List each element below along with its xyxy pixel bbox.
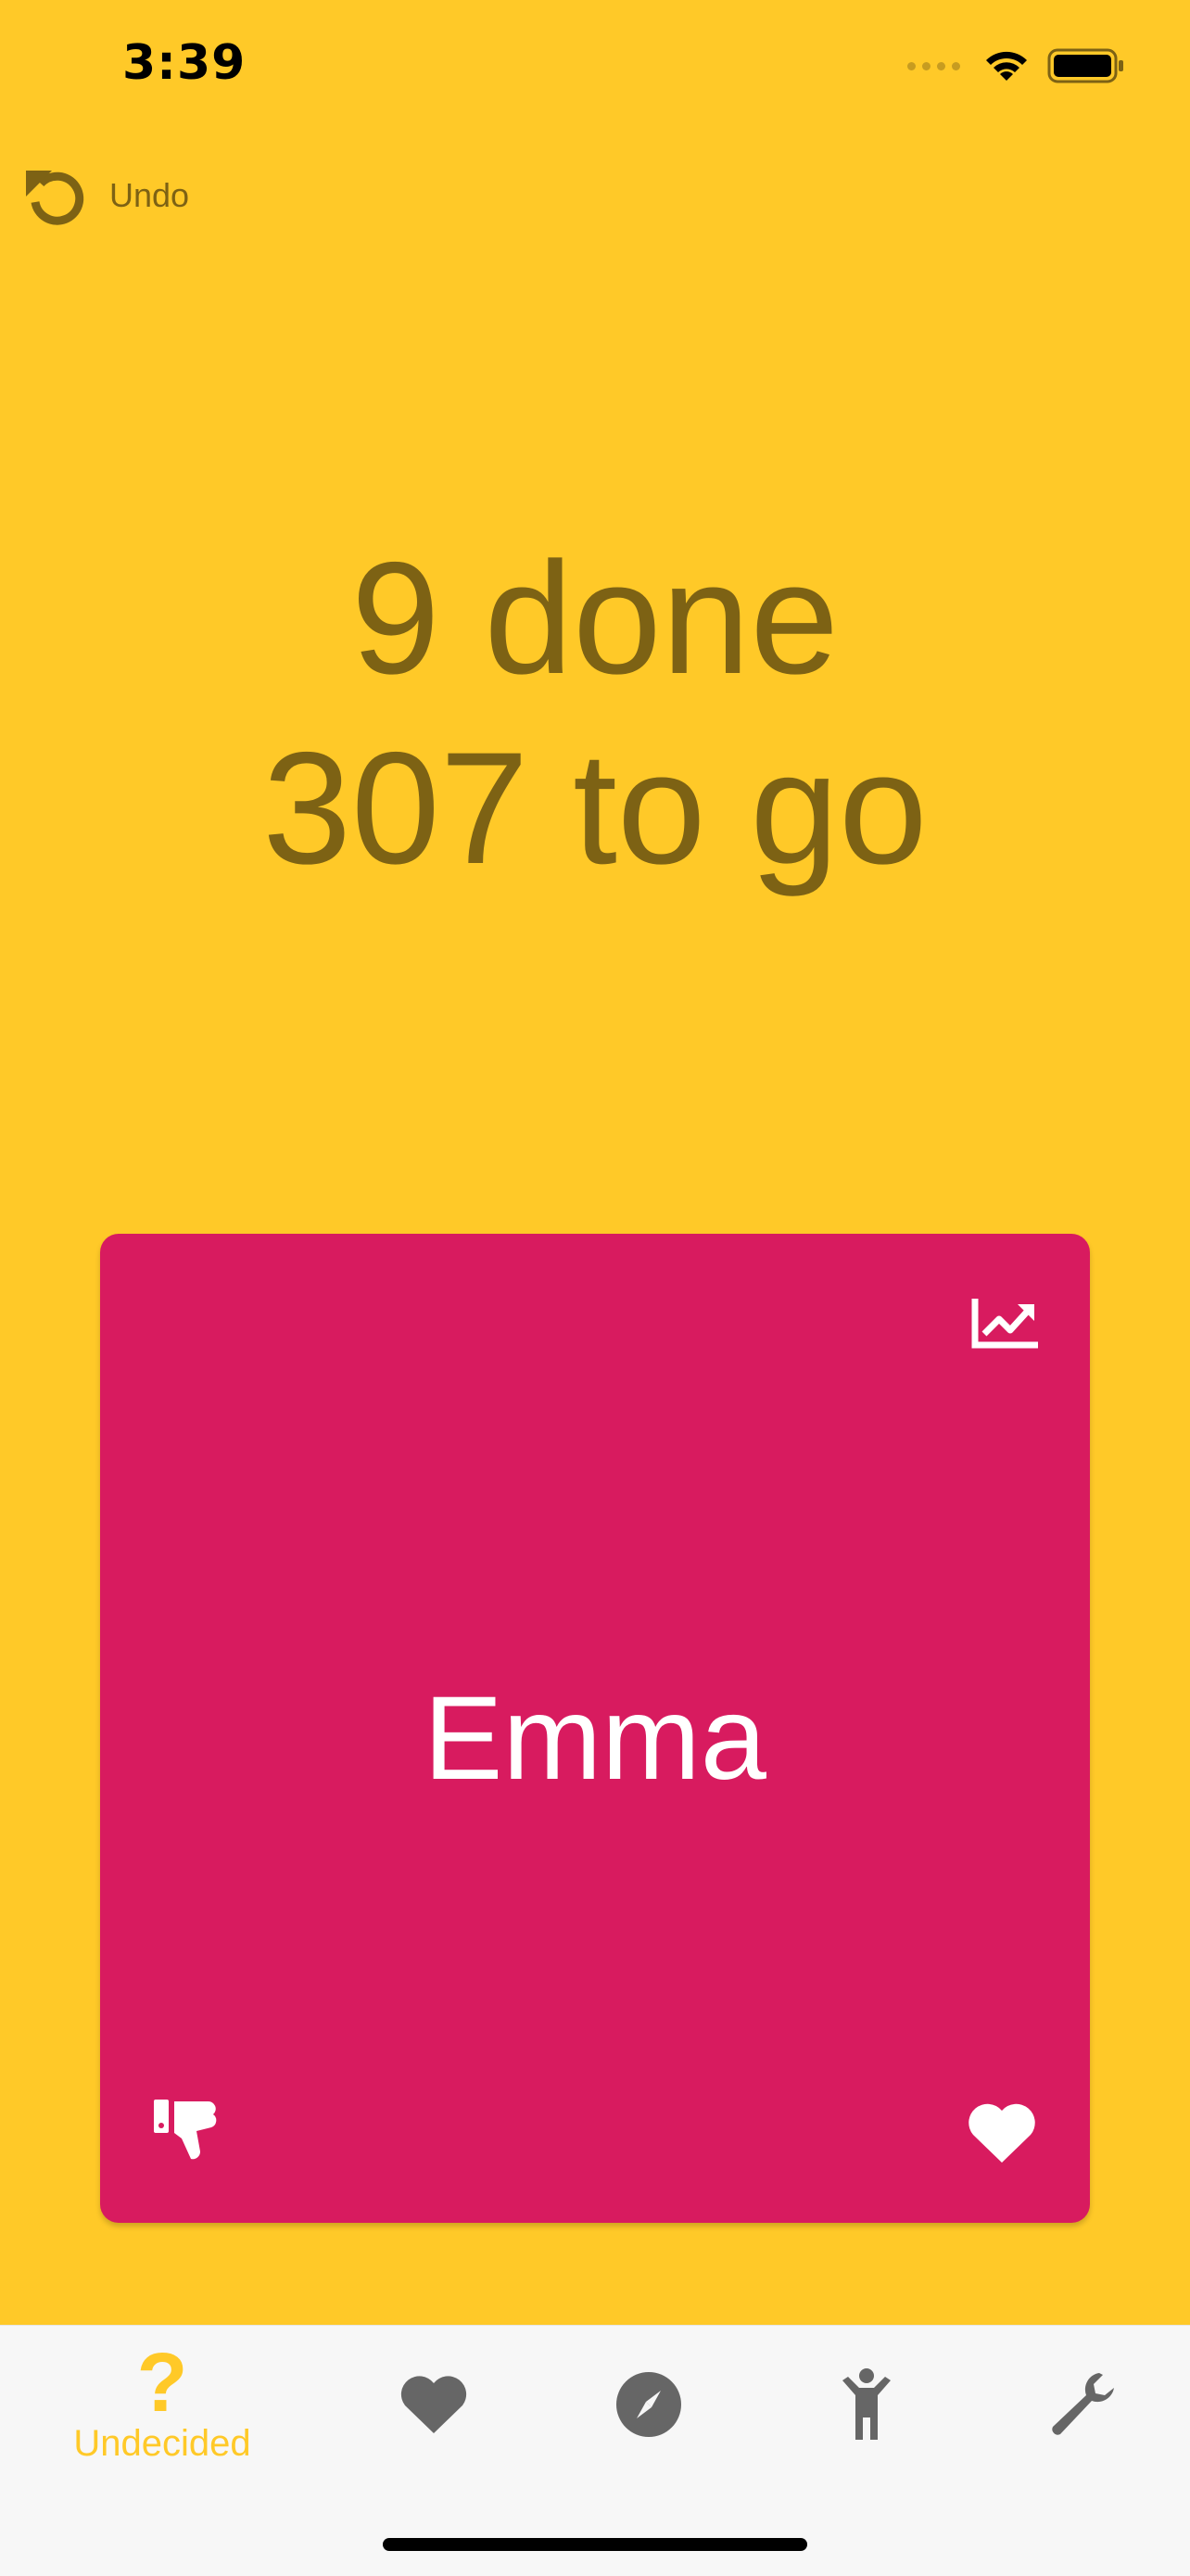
- tab-undecided-label: Undecided: [73, 2422, 251, 2464]
- popularity-trend-button[interactable]: [971, 1295, 1042, 1355]
- status-icons: [907, 46, 1125, 85]
- done-count: 9 done: [350, 529, 840, 707]
- undo-label: Undo: [109, 176, 190, 214]
- tab-children[interactable]: [820, 2326, 913, 2483]
- tab-favorites[interactable]: [387, 2326, 480, 2483]
- progress-summary: 9 done 307 to go: [0, 524, 1190, 904]
- child-icon: [842, 2368, 891, 2440]
- compass-icon: [616, 2372, 681, 2437]
- battery-icon: [1047, 48, 1123, 83]
- dislike-button[interactable]: [152, 2094, 222, 2169]
- undo-icon: [26, 171, 84, 225]
- cellular-signal-icon: [907, 61, 960, 70]
- like-button[interactable]: [966, 2100, 1038, 2169]
- heart-icon: [400, 2376, 467, 2433]
- name-card[interactable]: Emma: [100, 1234, 1090, 2223]
- wifi-icon: [986, 51, 1027, 81]
- heart-icon: [968, 2103, 1035, 2163]
- question-icon: ?: [136, 2336, 188, 2430]
- wrench-icon: [1052, 2373, 1114, 2435]
- home-indicator: [383, 2538, 807, 2551]
- status-time: 3:39: [122, 35, 247, 91]
- card-name: Emma: [424, 1672, 766, 1805]
- undo-button[interactable]: Undo: [20, 161, 189, 230]
- thumbs-down-icon: [154, 2100, 217, 2160]
- tab-undecided[interactable]: ? Undecided: [46, 2326, 278, 2483]
- tab-explore[interactable]: [602, 2326, 695, 2483]
- tab-settings[interactable]: [1036, 2326, 1129, 2483]
- trending-chart-icon: [971, 1299, 1038, 1349]
- status-bar: 3:39: [0, 0, 1190, 139]
- remaining-count: 307 to go: [262, 719, 928, 897]
